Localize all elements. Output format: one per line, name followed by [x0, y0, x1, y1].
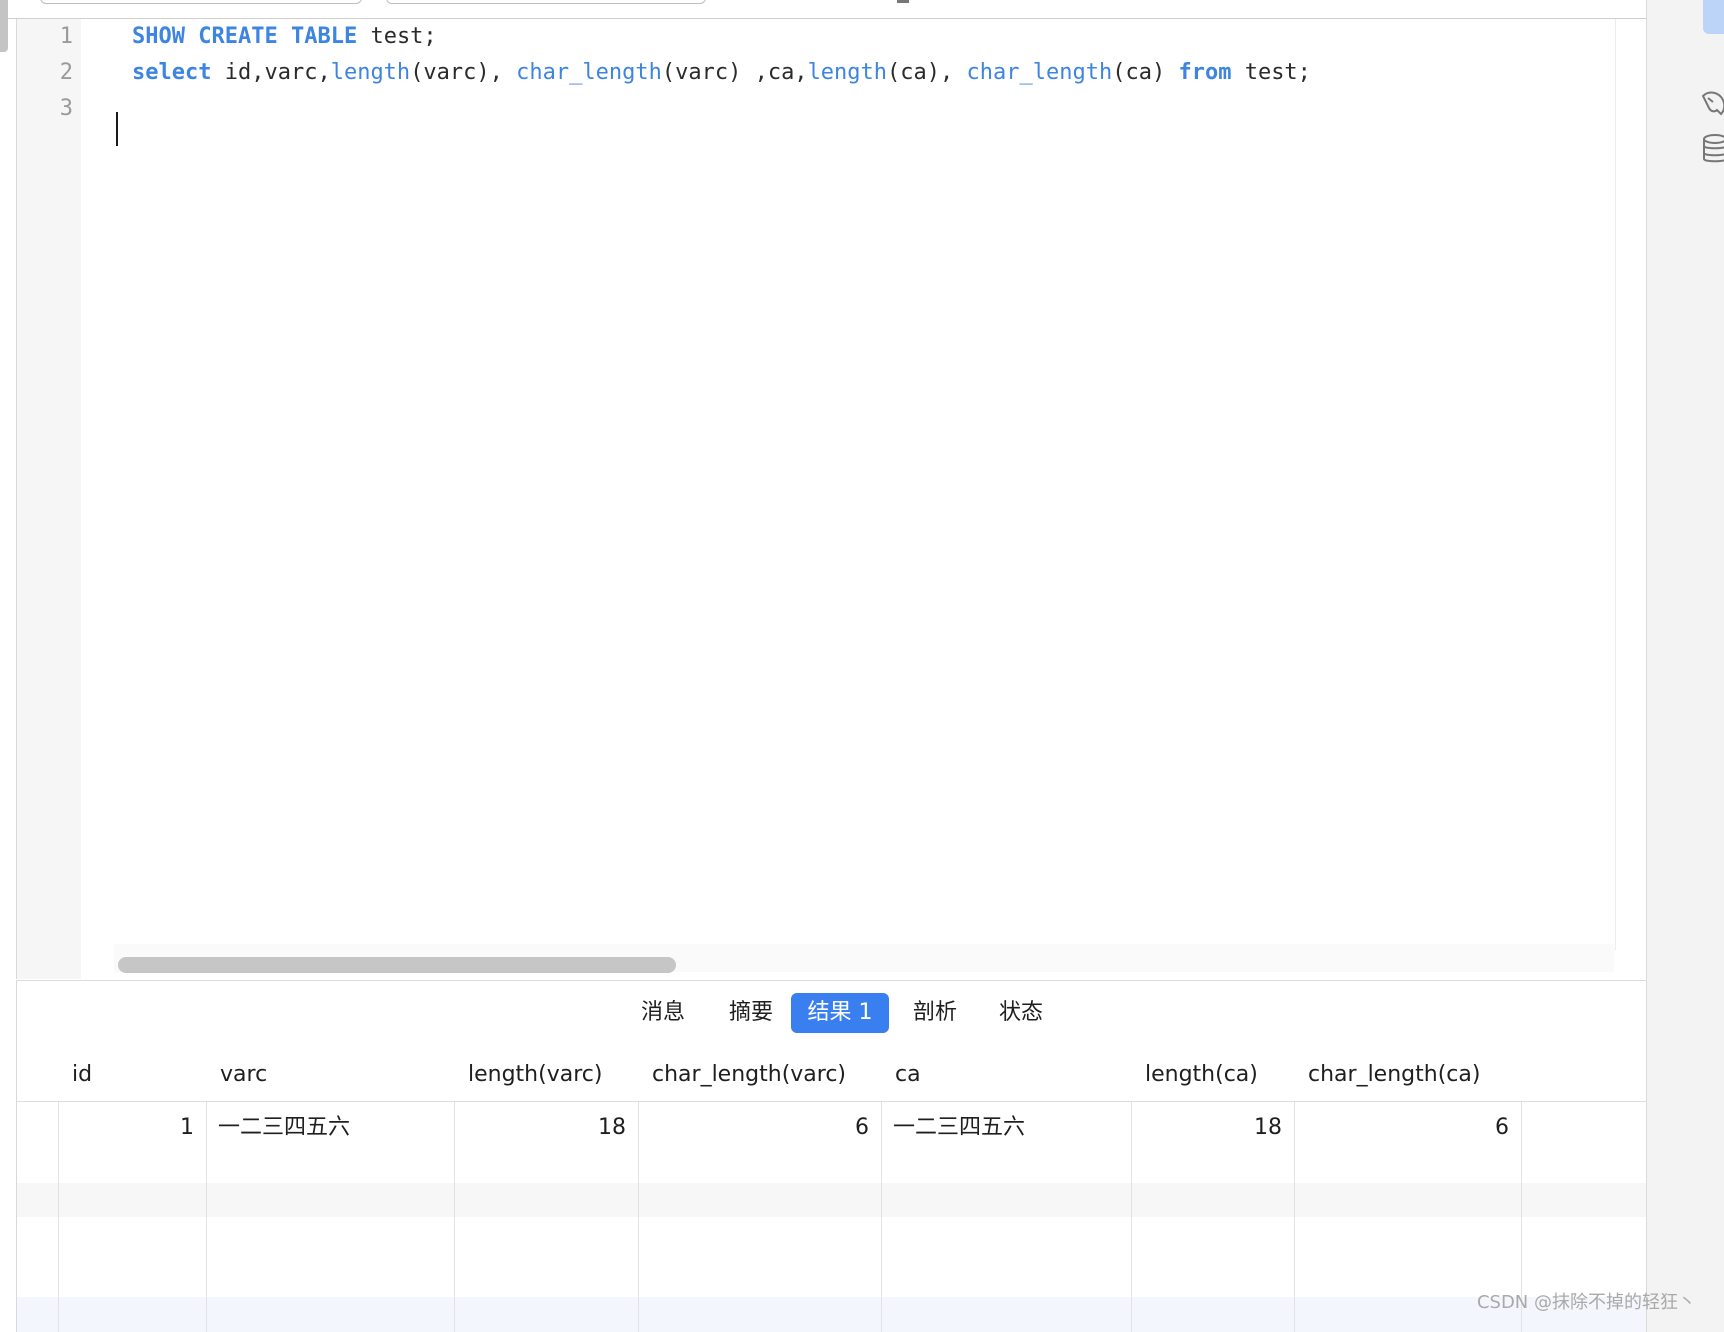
function-name: length: [330, 60, 411, 85]
column-header-varc[interactable]: varc: [206, 1049, 454, 1101]
cell-length-ca[interactable]: 18: [1131, 1102, 1294, 1154]
top-toolbar: [0, 0, 1646, 19]
keyword: TABLE: [290, 24, 358, 49]
code-text: id,varc,: [211, 60, 331, 85]
code-text: (ca): [1112, 60, 1179, 85]
toolbar-dropdown-connection[interactable]: [40, 0, 362, 4]
tab-status[interactable]: 状态: [981, 993, 1061, 1033]
keyword: SHOW: [132, 24, 185, 49]
tab-result-1[interactable]: 结果 1: [791, 993, 889, 1033]
code-text: (varc),: [410, 60, 517, 85]
text-caret: [116, 112, 118, 146]
cell-length-varc[interactable]: 18: [454, 1102, 638, 1154]
right-sidebar: [1646, 0, 1724, 1332]
sidebar-active-chip[interactable]: [1703, 0, 1724, 34]
column-header-length-ca[interactable]: length(ca): [1131, 1049, 1294, 1101]
keyword: CREATE: [198, 24, 278, 49]
code-text: test;: [357, 24, 437, 49]
tab-summary[interactable]: 摘要: [711, 993, 791, 1033]
row-stripe: [17, 1297, 1646, 1332]
column-header-char-length-ca[interactable]: char_length(ca): [1294, 1049, 1521, 1101]
tab-profile[interactable]: 剖析: [895, 993, 975, 1033]
code-line-2: select id,varc,length(varc), char_length…: [132, 55, 1311, 91]
cell-ca[interactable]: 一二三四五六: [881, 1102, 1131, 1154]
column-header-id[interactable]: id: [58, 1049, 206, 1101]
function-name: char_length: [966, 60, 1113, 85]
code-text: test;: [1231, 60, 1311, 85]
keyword: from: [1178, 60, 1232, 85]
cell-id[interactable]: 1: [58, 1102, 206, 1154]
cell-char-length-varc[interactable]: 6: [638, 1102, 881, 1154]
function-name: char_length: [516, 60, 662, 85]
horizontal-scrollbar-thumb[interactable]: [118, 957, 676, 973]
function-name: length: [807, 60, 888, 85]
line-number: 1: [59, 24, 73, 49]
cell-char-length-ca[interactable]: 6: [1294, 1102, 1521, 1154]
sql-editor[interactable]: 1 2 3 SHOW CREATE TABLE test; select id,…: [16, 19, 1647, 979]
mysql-dolphin-icon[interactable]: [1699, 86, 1724, 120]
code-area[interactable]: SHOW CREATE TABLE test; select id,varc,l…: [115, 19, 1616, 950]
code-line-1: SHOW CREATE TABLE test;: [132, 19, 437, 55]
result-tabs-bar: 消息 摘要 结果 1 剖析 状态: [16, 980, 1647, 1050]
column-header-ca[interactable]: ca: [881, 1049, 1131, 1101]
row-stripe: [17, 1183, 1646, 1217]
left-scroll-thumb[interactable]: [0, 0, 8, 52]
watermark: CSDN @抹除不掉的轻狂丶: [1476, 1292, 1696, 1313]
keyword: select: [132, 60, 212, 85]
line-number-gutter: 1 2 3: [17, 19, 81, 979]
column-header-char-length-varc[interactable]: char_length(varc): [638, 1049, 881, 1101]
tab-messages[interactable]: 消息: [623, 993, 703, 1033]
toolbar-marker: [897, 0, 909, 3]
results-grid[interactable]: id varc length(varc) char_length(varc) c…: [16, 1049, 1647, 1332]
grid-header-row: id varc length(varc) char_length(varc) c…: [17, 1049, 1646, 1102]
code-text: (varc) ,ca,: [661, 60, 808, 85]
column-header-length-varc[interactable]: length(varc): [454, 1049, 638, 1101]
code-text: (ca),: [887, 60, 967, 85]
toolbar-dropdown-database[interactable]: [386, 0, 706, 4]
line-number: 2: [59, 60, 73, 85]
line-number: 3: [59, 96, 73, 121]
table-row[interactable]: 1 一二三四五六 18 6 一二三四五六 18 6: [17, 1102, 1646, 1154]
database-icon[interactable]: [1699, 132, 1724, 166]
cell-varc[interactable]: 一二三四五六: [206, 1102, 454, 1154]
